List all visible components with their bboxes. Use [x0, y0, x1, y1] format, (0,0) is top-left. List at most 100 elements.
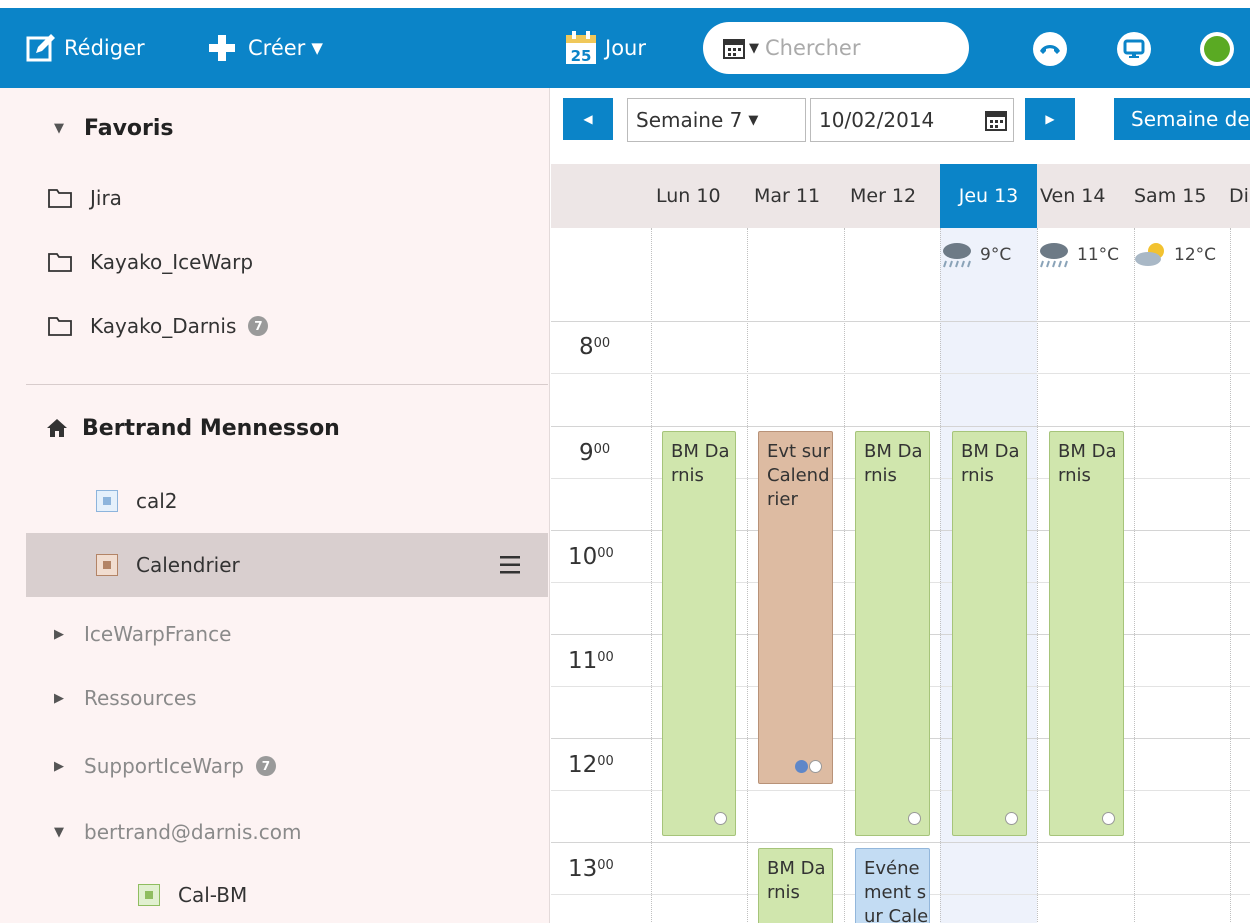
calendar-event[interactable]: BM Darnis — [662, 431, 736, 836]
calendar-event[interactable]: Evt sur Calendrier — [758, 431, 833, 784]
calendar-picker-icon[interactable] — [985, 109, 1007, 131]
sidebar-item-label: bertrand@darnis.com — [84, 820, 302, 844]
week-select[interactable]: Semaine 7 ▼ — [627, 98, 806, 142]
sidebar-item-label: SupportIceWarp — [84, 754, 244, 778]
sidebar-item-kayako-icewarp[interactable]: Kayako_IceWarp — [0, 230, 550, 294]
work-week-view-button[interactable]: Semaine de travail — [1114, 98, 1250, 140]
event-title: Evt sur Calendrier — [767, 441, 830, 510]
sidebar-item-calendrier[interactable]: Calendrier — [26, 533, 548, 597]
desktop-button[interactable] — [1117, 32, 1151, 66]
event-title: BM Darnis — [1058, 441, 1117, 486]
hour-line — [551, 426, 1250, 427]
event-title: BM Darnis — [864, 441, 923, 486]
online-status-icon — [1204, 36, 1230, 62]
event-status-dot — [1102, 812, 1115, 825]
calendar-event[interactable]: Evénement sur Calendrier — [855, 848, 930, 923]
date-field[interactable]: 10/02/2014 — [810, 98, 1014, 142]
search-caret-icon[interactable]: ▼ — [749, 41, 759, 56]
day-header-sat[interactable]: Sam 15 — [1134, 164, 1206, 228]
create-button[interactable]: Créer ▼ — [208, 8, 323, 88]
calendar-event[interactable]: BM Darnis — [952, 431, 1027, 836]
calendar-filter-icon[interactable] — [723, 37, 745, 59]
compose-label: Rédiger — [64, 36, 145, 60]
calendar-event[interactable]: BM Darnis — [758, 848, 833, 923]
day-header-thu-today[interactable]: Jeu 13 — [940, 164, 1037, 228]
sidebar-item-cal-bm[interactable]: Cal-BM — [0, 863, 550, 923]
phone-button[interactable] — [1033, 32, 1067, 66]
account-header[interactable]: Bertrand Mennesson — [0, 396, 550, 460]
prev-week-button[interactable]: ◀ — [563, 98, 613, 140]
search-box: ▼ — [703, 22, 969, 74]
compose-button[interactable]: Rédiger — [26, 8, 145, 88]
day-column-divider — [844, 228, 845, 923]
search-input[interactable] — [765, 36, 935, 60]
event-title: Evénement sur Calendrier — [864, 858, 929, 923]
day-column-divider — [651, 228, 652, 923]
unread-count-badge: 7 — [248, 316, 269, 336]
weather-temp: 9°C — [980, 245, 1012, 265]
calendar-color-swatch[interactable] — [96, 554, 118, 576]
weather-sat: 12°C — [1134, 230, 1230, 280]
day-column-divider — [1230, 228, 1231, 923]
sidebar-item-label: Calendrier — [136, 553, 240, 577]
sidebar-item-icewarpfrance[interactable]: ▶ IceWarpFrance — [0, 602, 550, 666]
calendar-color-swatch[interactable] — [96, 490, 118, 512]
next-week-button[interactable]: ▶ — [1025, 98, 1075, 140]
day-column-divider — [1037, 228, 1038, 923]
status-button[interactable] — [1200, 32, 1234, 66]
day-header-sun[interactable]: Dim 16 — [1229, 164, 1250, 228]
day-column-divider — [747, 228, 748, 923]
calendar-event[interactable]: BM Darnis — [1049, 431, 1124, 836]
hour-label-8: 800 — [579, 334, 611, 360]
sidebar-item-jira[interactable]: Jira — [0, 166, 550, 230]
sidebar-item-cal2[interactable]: cal2 — [0, 469, 550, 533]
arrow-left-icon: ◀ — [583, 112, 593, 126]
sidebar-divider — [26, 384, 548, 385]
hour-line — [551, 321, 1250, 322]
weather-thu: 9°C — [940, 230, 1011, 280]
sidebar-item-bertrand-darnis[interactable]: ▼ bertrand@darnis.com — [0, 800, 550, 864]
sidebar-item-label: cal2 — [136, 489, 178, 513]
week-select-value: Semaine 7 — [636, 108, 743, 132]
weather-fri: 11°C — [1037, 230, 1119, 280]
sidebar-item-label: Kayako_IceWarp — [90, 250, 254, 274]
arrow-right-icon: ▶ — [1045, 112, 1055, 126]
day-header-fri[interactable]: Ven 14 — [1040, 164, 1105, 228]
work-week-view-label: Semaine de travail — [1131, 107, 1250, 131]
day-column-divider — [1134, 228, 1135, 923]
calendar-event[interactable]: BM Darnis — [855, 431, 930, 836]
sun-cloud-icon — [1135, 243, 1164, 266]
event-status-dot — [714, 812, 727, 825]
calendar-color-swatch[interactable] — [138, 884, 160, 906]
collapse-triangle-icon[interactable]: ▼ — [54, 825, 68, 840]
unread-count-badge: 7 — [255, 756, 276, 776]
create-label: Créer — [248, 36, 306, 60]
event-title: BM Darnis — [961, 441, 1020, 486]
compose-icon — [26, 34, 55, 62]
calendar-view: ◀ Semaine 7 ▼ 10/02/2014 ▶ Semaine de tr… — [551, 88, 1250, 923]
day-view-button[interactable]: 25 Jour — [565, 8, 646, 88]
favorites-header[interactable]: ▼ Favoris — [0, 96, 550, 160]
expand-triangle-icon[interactable]: ▶ — [54, 627, 68, 642]
event-attendee-dot — [795, 760, 808, 773]
day-label: Jour — [605, 36, 646, 60]
day-header-tue[interactable]: Mar 11 — [754, 164, 820, 228]
event-status-dot — [1005, 812, 1018, 825]
sidebar-item-label: Ressources — [84, 686, 197, 710]
menu-icon[interactable] — [499, 555, 521, 575]
home-icon — [47, 419, 67, 437]
event-title: BM Darnis — [767, 858, 826, 903]
expand-triangle-icon[interactable]: ▶ — [54, 691, 68, 706]
favorites-title: Favoris — [84, 115, 174, 141]
expand-triangle-icon[interactable]: ▶ — [54, 759, 68, 774]
sidebar-item-supporticewarp[interactable]: ▶ SupportIceWarp 7 — [0, 734, 550, 798]
sidebar-item-kayako-darnis[interactable]: Kayako_Darnis 7 — [0, 294, 550, 358]
day-header-wed[interactable]: Mer 12 — [850, 164, 916, 228]
hour-label-9: 900 — [579, 440, 611, 466]
sidebar-item-ressources[interactable]: ▶ Ressources — [0, 666, 550, 730]
day-header-mon[interactable]: Lun 10 — [656, 164, 721, 228]
rain-cloud-icon — [1040, 243, 1068, 268]
calendar-day-icon: 25 — [566, 31, 596, 65]
event-status-dot — [809, 760, 822, 773]
sidebar-item-label: Jira — [90, 186, 122, 210]
